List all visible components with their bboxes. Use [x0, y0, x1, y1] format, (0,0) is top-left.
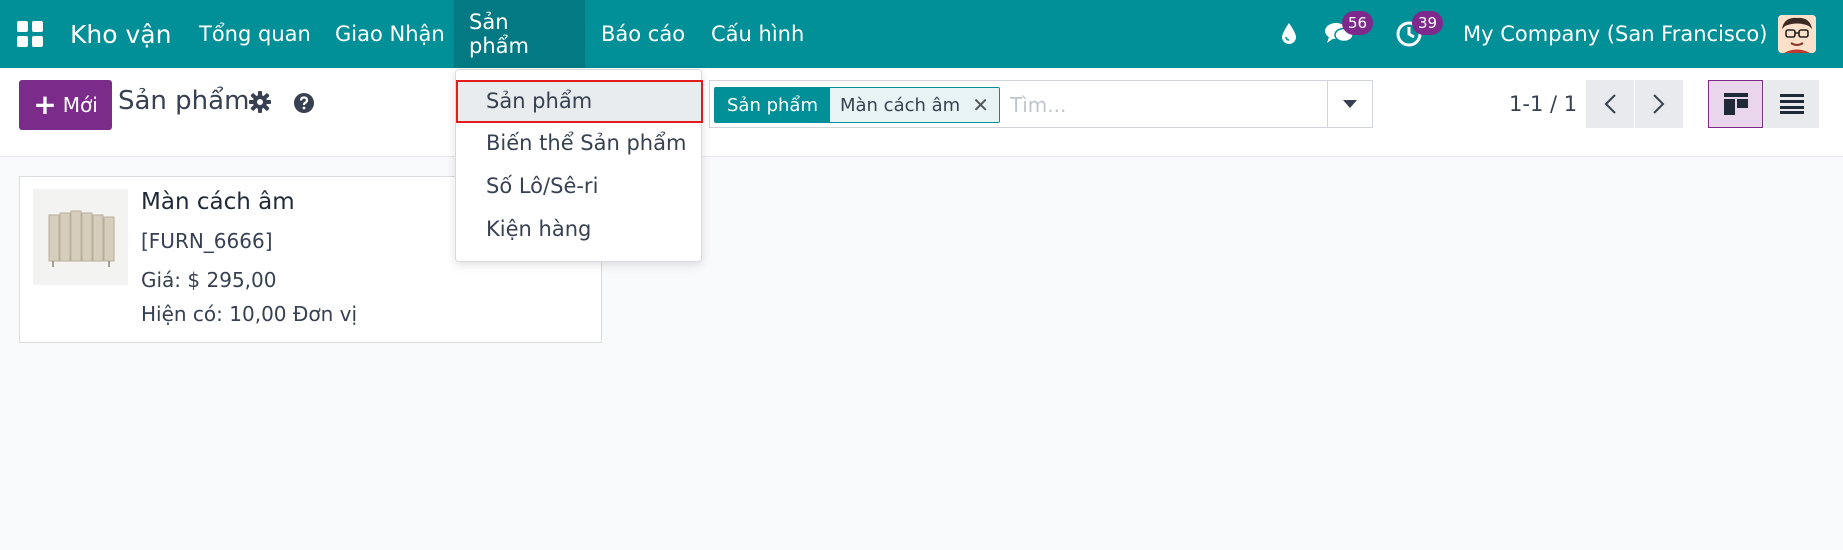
- apps-menu-icon[interactable]: [14, 0, 46, 68]
- facet-value: Màn cách âm ✕: [829, 88, 999, 122]
- dropdown-item-lots-serials[interactable]: Số Lô/Sê-ri: [486, 174, 598, 198]
- user-avatar[interactable]: [1778, 15, 1816, 53]
- activities-badge: 39: [1412, 11, 1444, 35]
- company-switcher[interactable]: My Company (San Francisco): [1463, 0, 1767, 68]
- control-panel: + Mới Sản phẩm Sản phẩm Màn cách âm ✕ Tì…: [0, 68, 1843, 157]
- top-navbar: Kho vận Tổng quan Giao Nhận Sản phẩm Báo…: [0, 0, 1843, 68]
- facet-label: Sản phẩm: [715, 88, 830, 122]
- list-view-button[interactable]: [1764, 80, 1819, 128]
- product-image: [33, 189, 128, 285]
- pager-value[interactable]: 1-1 / 1: [1509, 92, 1577, 116]
- chevron-right-icon: [1653, 94, 1665, 114]
- app-name[interactable]: Kho vận: [70, 0, 171, 68]
- product-price: Giá: $ 295,00: [141, 268, 277, 292]
- pager-previous-button[interactable]: [1586, 80, 1634, 128]
- chevron-left-icon: [1604, 94, 1616, 114]
- messages-badge: 56: [1342, 11, 1374, 35]
- search-input[interactable]: [1008, 81, 1332, 129]
- menu-reporting[interactable]: Báo cáo: [586, 0, 700, 68]
- messages-icon[interactable]: 56: [1322, 0, 1374, 68]
- menu-overview[interactable]: Tổng quan: [184, 0, 326, 68]
- dropdown-item-products[interactable]: Sản phẩm: [486, 89, 592, 113]
- close-icon[interactable]: ✕: [972, 93, 989, 117]
- products-dropdown-menu: Sản phẩm Biến thể Sản phẩm Số Lô/Sê-ri K…: [455, 69, 703, 262]
- droplet-icon[interactable]: [1278, 0, 1300, 68]
- caret-down-icon: [1343, 100, 1357, 108]
- new-button-label: Mới: [62, 93, 98, 117]
- search-facet: Sản phẩm Màn cách âm ✕: [714, 87, 1000, 123]
- facet-value-text: Màn cách âm: [839, 94, 961, 116]
- product-reference: [FURN_6666]: [141, 229, 273, 253]
- list-icon: [1779, 94, 1804, 114]
- product-on-hand: Hiện có: 10,00 Đơn vị: [141, 302, 358, 326]
- kanban-view-button[interactable]: [1708, 80, 1763, 128]
- dropdown-item-packages[interactable]: Kiện hàng: [486, 217, 591, 241]
- dropdown-item-product-variants[interactable]: Biến thể Sản phẩm: [486, 131, 686, 155]
- gear-icon[interactable]: [249, 91, 271, 117]
- menu-transfers[interactable]: Giao Nhận: [320, 0, 460, 68]
- pager-next-button[interactable]: [1635, 80, 1683, 128]
- plus-icon: +: [33, 88, 57, 121]
- menu-configuration[interactable]: Cấu hình: [696, 0, 819, 68]
- activities-icon[interactable]: 39: [1392, 0, 1444, 68]
- menu-products[interactable]: Sản phẩm: [454, 0, 585, 68]
- page-title: Sản phẩm: [118, 86, 250, 116]
- search-options-toggle[interactable]: [1327, 81, 1372, 127]
- kanban-icon: [1723, 93, 1748, 115]
- help-icon[interactable]: [294, 93, 314, 117]
- product-name: Màn cách âm: [141, 189, 295, 215]
- new-button[interactable]: + Mới: [19, 80, 112, 130]
- search-bar: Sản phẩm Màn cách âm ✕: [709, 80, 1373, 129]
